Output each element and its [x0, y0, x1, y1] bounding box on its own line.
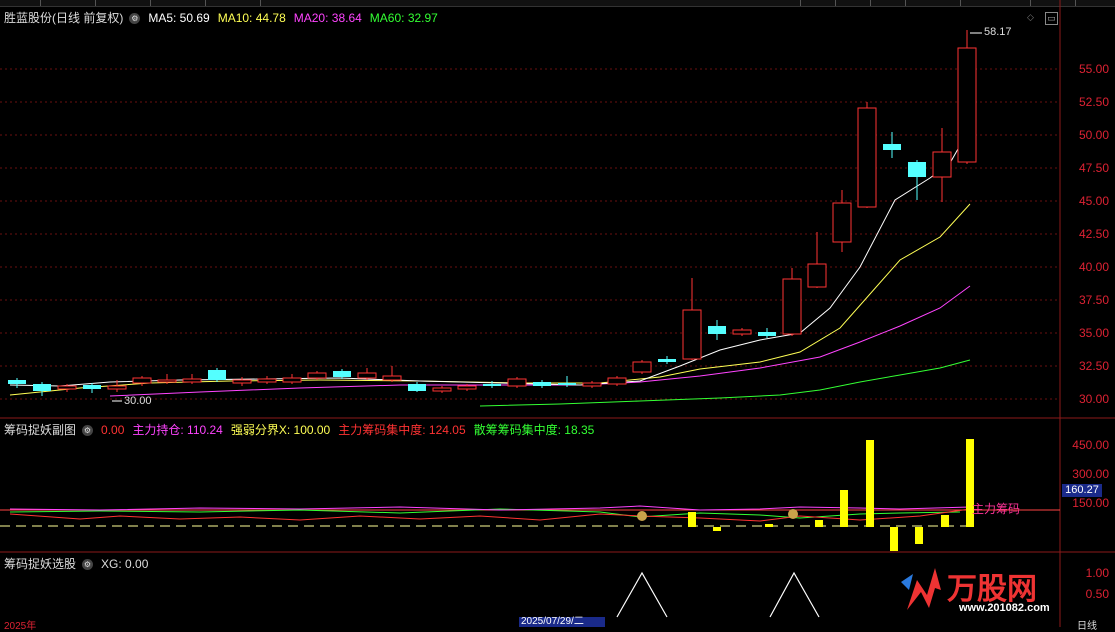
candle-body[interactable]: [732, 329, 752, 335]
candle-body[interactable]: [8, 380, 26, 384]
candle-body[interactable]: [157, 379, 177, 383]
candle-body[interactable]: [807, 263, 827, 288]
price-tick: 50.00: [1078, 128, 1109, 142]
xg-value: XG: 0.00: [101, 557, 149, 571]
high-price-label: 58.17: [984, 26, 1012, 38]
candle-body[interactable]: [432, 387, 452, 392]
price-tick: 35.00: [1078, 326, 1109, 340]
strong-weak-value: 强弱分界X: 100.00: [230, 423, 331, 437]
candle-body[interactable]: [483, 384, 501, 386]
select-panel-header: 筹码捉妖选股 ⚙ XG: 0.00: [4, 555, 156, 572]
candle-body[interactable]: [182, 378, 202, 383]
price-tick: 42.50: [1078, 227, 1109, 241]
candle-body[interactable]: [232, 379, 252, 384]
candle-body[interactable]: [33, 384, 51, 391]
candle-body[interactable]: [782, 278, 802, 335]
candle-body[interactable]: [357, 372, 377, 379]
price-tick: 45.00: [1078, 194, 1109, 208]
sub-axis-tick: 300.00: [1072, 467, 1109, 481]
select-axis-tick: 1.00: [1085, 566, 1109, 580]
candle-body[interactable]: [883, 144, 901, 150]
money-bag-icon: [637, 511, 647, 521]
kline-chart[interactable]: [0, 0, 1115, 627]
candle-body[interactable]: [333, 371, 351, 377]
candle-body[interactable]: [857, 107, 877, 208]
price-tick: 52.50: [1078, 95, 1109, 109]
price-tick: 30.00: [1078, 392, 1109, 406]
select-panel-title[interactable]: 筹码捉妖选股: [4, 557, 76, 571]
sub-value-zero: 0.00: [101, 423, 125, 437]
candle-body[interactable]: [282, 377, 302, 383]
candle-body[interactable]: [708, 326, 726, 334]
select-axis-tick: 0.50: [1085, 587, 1109, 601]
price-tick: 55.00: [1078, 62, 1109, 76]
candle-body[interactable]: [908, 162, 926, 177]
retail-concentration-value: 散筹筹码集中度: 18.35: [473, 423, 595, 437]
candle-body[interactable]: [307, 372, 327, 379]
candle-body[interactable]: [83, 385, 101, 389]
candle-body[interactable]: [408, 384, 426, 391]
selected-date: 2025/07/29/二: [519, 617, 605, 627]
money-bag-icon: [788, 509, 798, 519]
sub-axis-tick: 150.00: [1072, 496, 1109, 510]
candle-body[interactable]: [758, 332, 776, 336]
logo-url: www.201082.com: [959, 602, 1050, 614]
price-tick: 40.00: [1078, 260, 1109, 274]
candle-body[interactable]: [632, 361, 652, 373]
brand-logo: 万股网 www.201082.com: [897, 560, 1087, 620]
candle-body[interactable]: [57, 385, 77, 390]
sub-panel-header: 筹码捉妖副图 ⚙ 0.00 主力持仓: 110.24 强弱分界X: 100.00 主力筹码…: [4, 421, 602, 438]
settings-gear-icon[interactable]: ⚙: [82, 559, 94, 571]
candle-body[interactable]: [533, 382, 551, 386]
candle-body[interactable]: [957, 47, 977, 163]
current-value-tag: 160.27: [1062, 484, 1102, 497]
candle-body[interactable]: [132, 377, 152, 384]
candle-body[interactable]: [932, 151, 952, 178]
candle-body[interactable]: [682, 309, 702, 360]
price-tick: 37.50: [1078, 293, 1109, 307]
candle-body[interactable]: [658, 359, 676, 362]
candle-body[interactable]: [832, 202, 852, 243]
price-tick: 47.50: [1078, 161, 1109, 175]
candle-body[interactable]: [558, 383, 576, 385]
sub-axis-tick: 450.00: [1072, 438, 1109, 452]
sub-panel-title[interactable]: 筹码捉妖副图: [4, 423, 76, 437]
settings-gear-icon[interactable]: ⚙: [82, 425, 94, 437]
low-price-label: 30.00: [124, 395, 152, 407]
candle-body[interactable]: [208, 370, 226, 380]
candle-body[interactable]: [382, 375, 402, 381]
candle-body[interactable]: [582, 382, 602, 387]
candle-body[interactable]: [507, 378, 527, 387]
price-tick: 32.50: [1078, 359, 1109, 373]
main-position-value: 主力持仓: 110.24: [132, 423, 223, 437]
candle-body[interactable]: [457, 385, 477, 390]
year-label: 2025年: [4, 621, 37, 632]
candle-body[interactable]: [607, 377, 627, 385]
logo-arrow-icon: [901, 568, 941, 610]
main-concentration-value: 主力筹码集中度: 124.05: [338, 423, 466, 437]
main-chips-annotation: 主力筹码: [972, 502, 1021, 516]
candle-body[interactable]: [257, 378, 277, 383]
candle-body[interactable]: [107, 385, 127, 390]
